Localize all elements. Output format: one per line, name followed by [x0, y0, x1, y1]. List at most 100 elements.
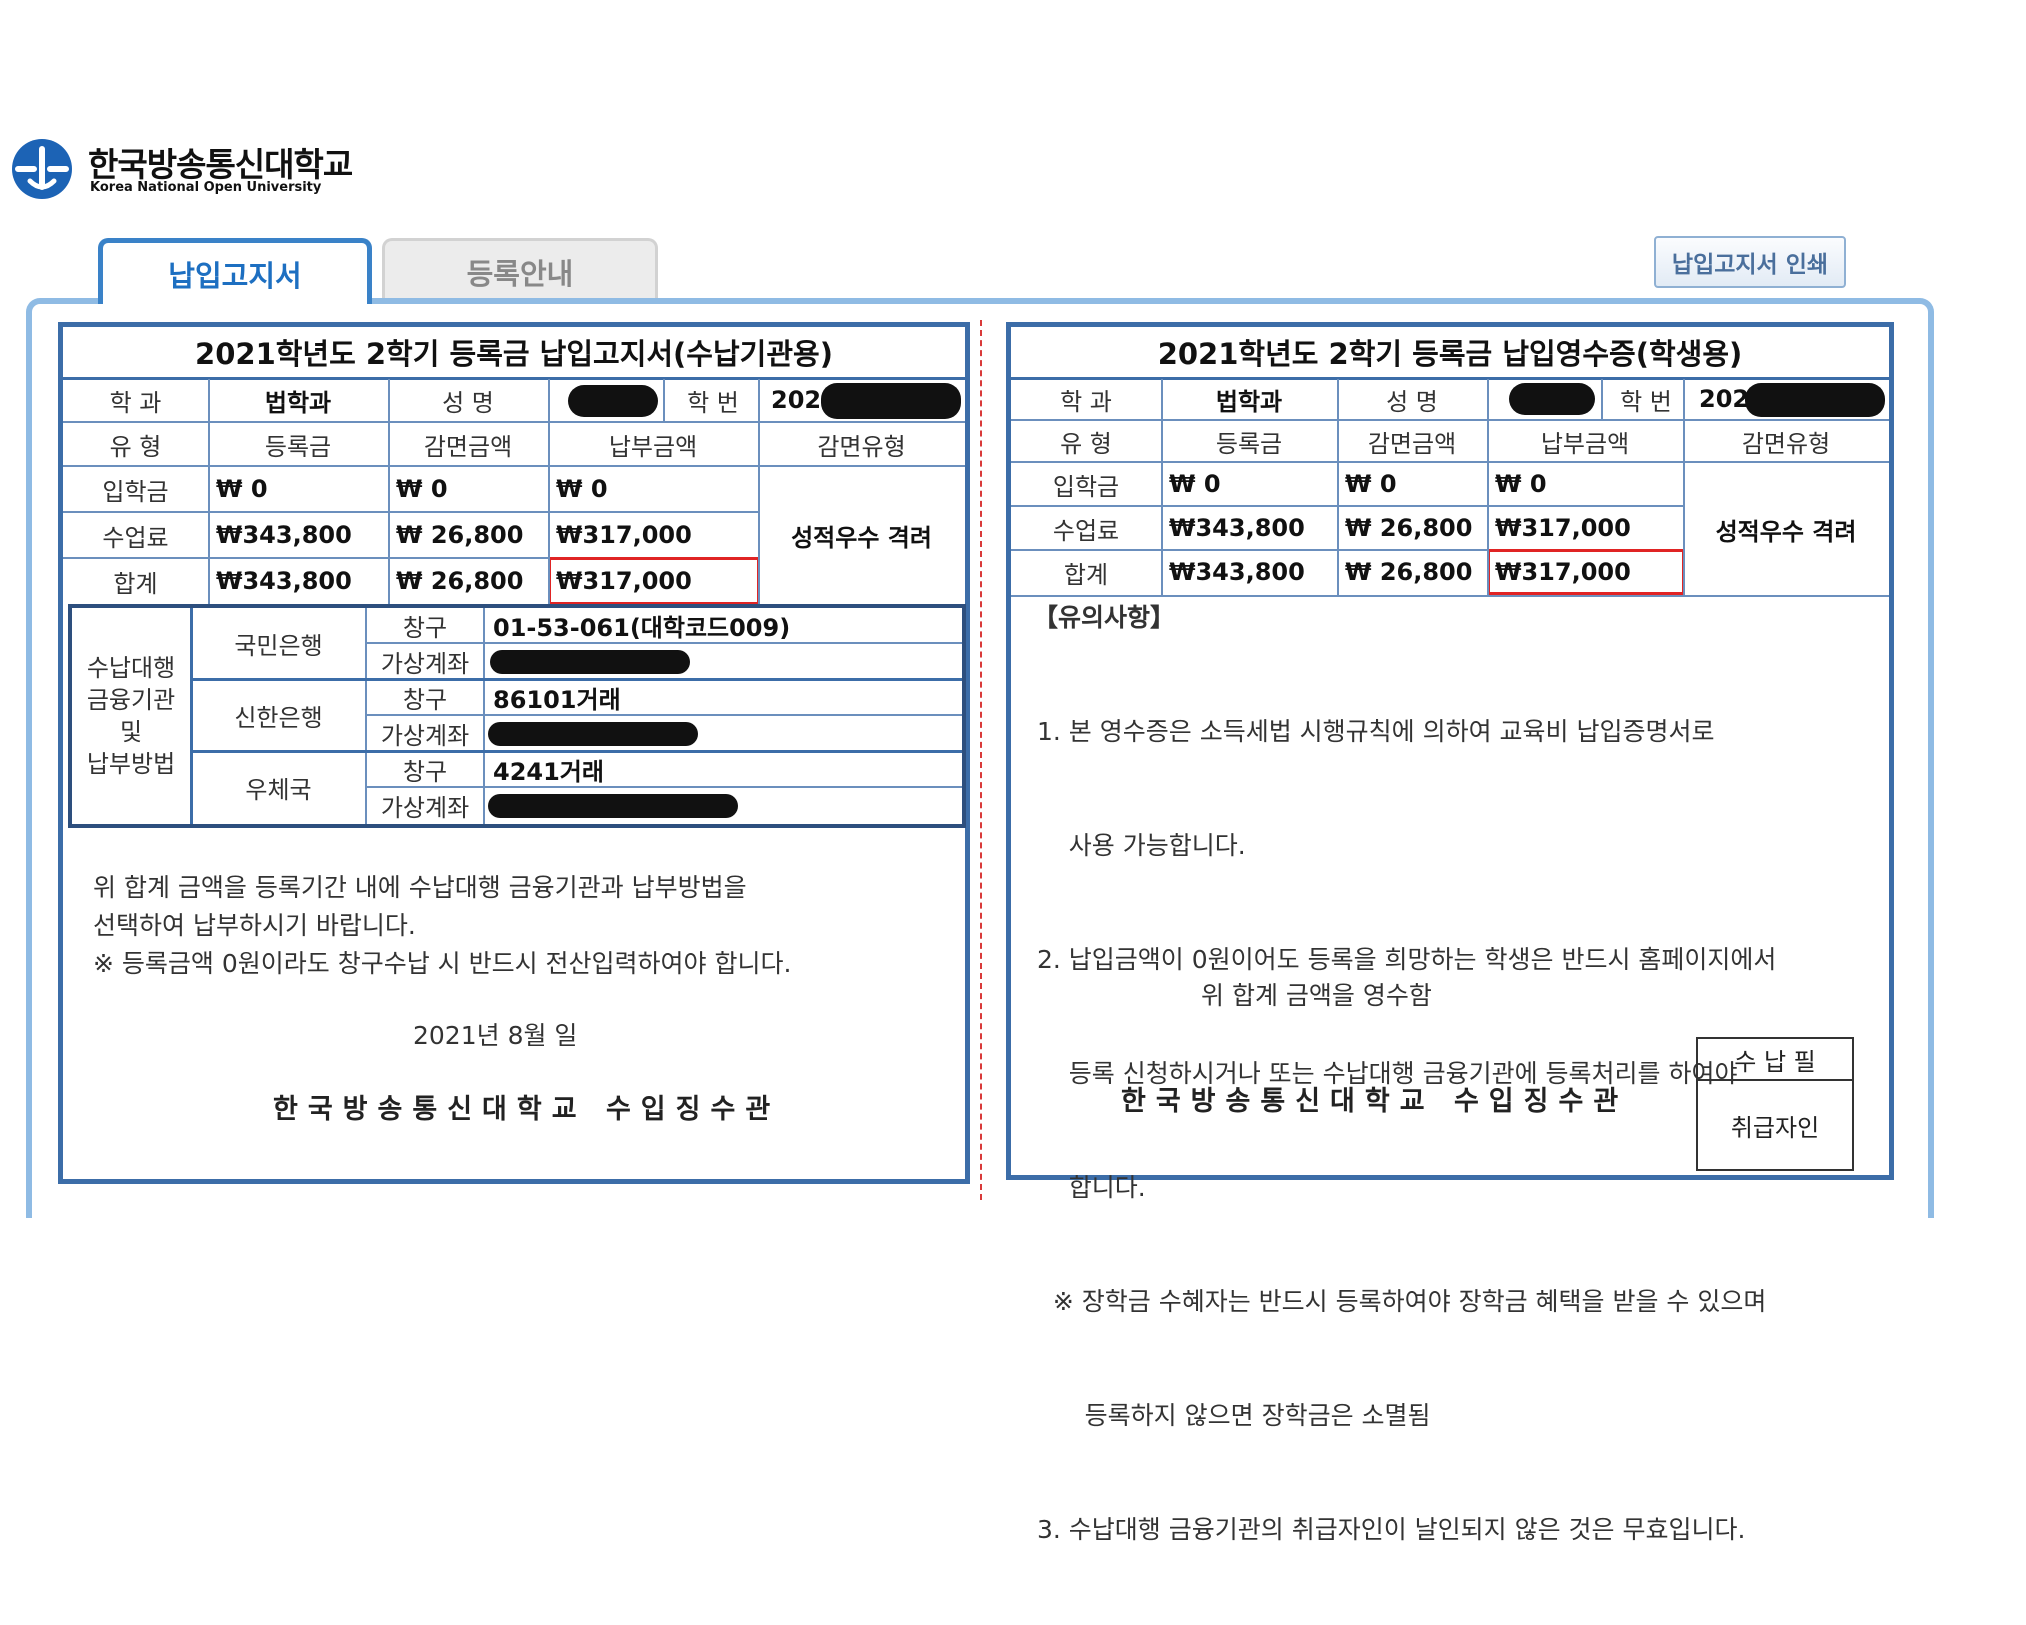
total-highlight-box [548, 557, 760, 605]
row-label: 수업료 [102, 523, 169, 552]
row-tuition: ₩343,800 [1169, 514, 1305, 542]
row-reduction: ₩ 26,800 [396, 567, 524, 595]
col-tuition: 등록금 [264, 432, 332, 461]
reduction-type-value: 성적우수 격려 [1715, 517, 1857, 546]
total-highlight-box [1487, 549, 1685, 595]
row-payment: ₩ 0 [1495, 470, 1547, 498]
col-tuition: 등록금 [1215, 429, 1283, 458]
col-type: 유 형 [1060, 429, 1112, 458]
dept-value: 법학과 [1215, 387, 1283, 416]
row-payment: ₩317,000 [1495, 514, 1631, 542]
row-tuition: ₩ 0 [1169, 470, 1221, 498]
student-no-label: 학 번 [687, 388, 739, 417]
row-payment: ₩ 0 [556, 475, 608, 503]
receipt-title: 2021학년도 2학기 등록금 납입영수증(학생용) [1157, 337, 1743, 371]
collector-signature: 한국방송통신대학교 수입징수관 [1121, 1086, 1629, 1117]
virtual-account-label: 가상계좌 [380, 649, 470, 678]
counter-label: 창구 [402, 757, 448, 786]
row-reduction: ₩ 26,800 [396, 521, 524, 549]
cut-line-divider [980, 320, 982, 1200]
invoice-title: 2021학년도 2학기 등록금 납입고지서(수납기관용) [195, 337, 833, 371]
redacted-virtual-account [488, 794, 738, 818]
redacted-name [1509, 383, 1595, 415]
row-reduction: ₩ 0 [396, 475, 448, 503]
row-tuition: ₩343,800 [1169, 558, 1305, 586]
counter-value: 01-53-061(대학코드009) [493, 613, 791, 642]
row-label: 합계 [113, 569, 158, 598]
col-reduction-type: 감면유형 [1741, 429, 1831, 458]
name-label: 성 명 [1386, 387, 1438, 416]
note-line: 1. 본 영수증은 소득세법 시행규칙에 의하여 교육비 납입증명서로 [1037, 717, 1715, 746]
print-invoice-button[interactable]: 납입고지서 인쇄 [1654, 236, 1846, 288]
row-label: 수업료 [1052, 516, 1120, 545]
tab-invoice[interactable]: 납입고지서 [98, 238, 372, 304]
row-label: 합계 [1063, 560, 1109, 589]
bank-name-kookmin: 국민은행 [234, 631, 323, 660]
col-reduction: 감면금액 [423, 432, 513, 461]
logo-korean-name: 한국방송통신대학교 [88, 145, 353, 184]
notes-title: 【유의사항】 [1033, 603, 1176, 632]
receipt-notes: 1. 본 영수증은 소득세법 시행규칙에 의하여 교육비 납입증명서로 사용 가… [1037, 637, 1776, 1625]
dept-label: 학 과 [109, 388, 162, 417]
note-line: 2. 납입금액이 0원이어도 등록을 희망하는 학생은 반드시 홈페이지에서 [1037, 945, 1777, 974]
bank-name-shinhan: 신한은행 [234, 703, 323, 732]
logo-english-name: Korea National Open University [90, 180, 322, 195]
note-line: ※ 장학금 수혜자는 반드시 등록하여야 장학금 혜택을 받을 수 있으며 [1037, 1287, 1767, 1316]
redacted-name [568, 385, 658, 417]
university-emblem-icon [12, 139, 72, 199]
notice-line: 위 합계 금액을 등록기간 내에 수납대행 금융기관과 납부방법을 [93, 873, 747, 902]
issue-date: 2021년 8월 일 [413, 1021, 578, 1050]
col-type: 유 형 [109, 432, 162, 461]
bank-name-post-office: 우체국 [245, 775, 312, 804]
col-reduction-type: 감면유형 [817, 432, 906, 461]
name-label: 성 명 [442, 388, 494, 417]
row-payment: ₩317,000 [556, 521, 692, 549]
stamp-paid-label: 수 납 필 [1698, 1039, 1852, 1081]
col-reduction: 감면금액 [1367, 429, 1457, 458]
redacted-student-no [1745, 383, 1885, 417]
row-tuition: ₩343,800 [216, 567, 352, 595]
virtual-account-label: 가상계좌 [380, 793, 470, 822]
redacted-virtual-account [490, 650, 690, 674]
col-payment: 납부금액 [1540, 429, 1630, 458]
payment-stamp-box: 수 납 필 취급자인 [1696, 1037, 1854, 1171]
row-tuition: ₩ 0 [216, 475, 268, 503]
row-label: 입학금 [102, 477, 169, 506]
receipt-confirmation: 위 합계 금액을 영수함 [1201, 981, 1432, 1010]
bank-section-label: 납부방법 [86, 750, 176, 778]
student-no-label: 학 번 [1620, 387, 1672, 416]
notice-line: 선택하여 납부하시기 바랍니다. [93, 911, 416, 940]
receipt-panel: 2021학년도 2학기 등록금 납입영수증(학생용) 학 과 법학과 성 명 학… [1006, 322, 1894, 1544]
stamp-handler-label: 취급자인 [1730, 1113, 1820, 1142]
row-reduction: ₩ 26,800 [1345, 514, 1473, 542]
payment-notice: 위 합계 금액을 등록기간 내에 수납대행 금융기관과 납부방법을 선택하여 납… [93, 869, 791, 983]
col-payment: 납부금액 [608, 432, 698, 461]
virtual-account-label: 가상계좌 [380, 721, 470, 750]
row-reduction: ₩ 26,800 [1345, 558, 1473, 586]
row-tuition: ₩343,800 [216, 521, 352, 549]
dept-value: 법학과 [264, 388, 332, 417]
notice-line: ※ 등록금액 0원이라도 창구수납 시 반드시 전산입력하여야 합니다. [93, 949, 792, 978]
invoice-panel: 2021학년도 2학기 등록금 납입고지서(수납기관용) 학 과 법학과 성 명… [58, 322, 970, 1184]
reduction-type-value: 성적우수 격려 [791, 523, 932, 552]
collector-signature: 한국방송통신대학교 수입징수관 [273, 1094, 781, 1125]
counter-label: 창구 [402, 613, 448, 642]
bank-section-label: 금융기관 [86, 686, 176, 714]
bank-payment-table: 수납대행 금융기관 및 납부방법 국민은행 창구 01-53-061(대학코드0… [68, 604, 966, 828]
dept-label: 학 과 [1060, 387, 1112, 416]
redacted-virtual-account [488, 722, 698, 746]
counter-label: 창구 [402, 685, 448, 714]
bank-section-label: 수납대행 [86, 654, 176, 682]
student-no-prefix: 202 [1699, 385, 1750, 413]
student-no-prefix: 202 [771, 386, 822, 414]
tab-registration-guide[interactable]: 등록안내 [382, 238, 658, 302]
counter-value: 4241거래 [493, 757, 604, 786]
note-line: 3. 수납대행 금융기관의 취급자인이 날인되지 않은 것은 무효입니다. [1037, 1515, 1746, 1544]
redacted-student-no [821, 383, 961, 419]
note-line: 등록하지 않으면 장학금은 소멸됨 [1037, 1401, 1431, 1430]
note-line: 합니다. [1037, 1173, 1146, 1202]
bank-section-label: 및 [119, 718, 143, 746]
counter-value: 86101거래 [493, 685, 621, 714]
row-reduction: ₩ 0 [1345, 470, 1397, 498]
row-label: 입학금 [1052, 472, 1120, 501]
